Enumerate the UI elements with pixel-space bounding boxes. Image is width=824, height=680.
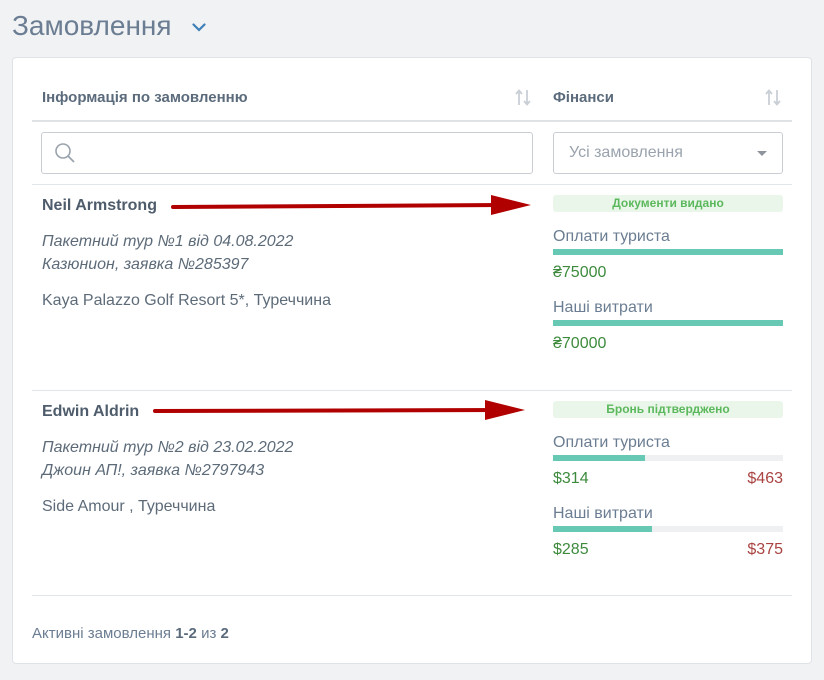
footer-prefix: Активні замовлення bbox=[32, 625, 172, 642]
order-filter-value: Усі замовлення bbox=[569, 144, 683, 161]
our-costs-bar-fill bbox=[553, 526, 652, 532]
our-costs-bar-fill bbox=[553, 320, 783, 326]
tourist-payments-bar-fill bbox=[553, 249, 783, 255]
tourist-payments-label: Оплати туриста bbox=[553, 228, 670, 245]
status-badge: Документи видано bbox=[553, 195, 783, 212]
tourist-payments-paid: ₴75000 bbox=[553, 264, 607, 281]
table-row: Edwin Aldrin Пакетний тур №2 від 23.02.2… bbox=[13, 390, 811, 590]
our-costs-paid: ₴70000 bbox=[553, 335, 607, 352]
hotel-info: Side Amour , Туреччина bbox=[42, 498, 216, 515]
footer-count: 2 bbox=[220, 625, 229, 642]
tour-title[interactable]: Пакетний тур №2 від 23.02.2022 bbox=[42, 439, 293, 457]
sort-icon[interactable] bbox=[515, 89, 531, 111]
client-name[interactable]: Edwin Aldrin bbox=[42, 403, 139, 421]
caret-down-icon bbox=[757, 151, 767, 156]
our-costs-paid: $285 bbox=[553, 541, 589, 558]
sort-icon[interactable] bbox=[765, 89, 781, 111]
tourist-payments-paid: $314 bbox=[553, 470, 589, 487]
status-badge: Бронь підтверджено bbox=[553, 401, 783, 418]
tour-title[interactable]: Пакетний тур №1 від 04.08.2022 bbox=[42, 233, 293, 251]
search-input[interactable] bbox=[41, 132, 533, 174]
our-costs-bar bbox=[553, 526, 783, 532]
operator-request: Казюнион, заявка №285397 bbox=[42, 256, 249, 273]
chevron-down-icon[interactable] bbox=[191, 19, 206, 37]
client-name[interactable]: Neil Armstrong bbox=[42, 197, 157, 215]
header-divider bbox=[32, 120, 792, 122]
footer-range: 1-2 bbox=[175, 625, 197, 642]
tourist-payments-bar bbox=[553, 249, 783, 255]
search-icon bbox=[54, 142, 76, 169]
arrow-annotation bbox=[163, 194, 543, 223]
arrow-annotation bbox=[145, 399, 525, 428]
tourist-payments-total: $463 bbox=[747, 470, 783, 487]
footer-separator: из bbox=[201, 625, 217, 642]
order-filter-select[interactable]: Усі замовлення bbox=[553, 132, 783, 174]
our-costs-bar bbox=[553, 320, 783, 326]
our-costs-label: Наші витрати bbox=[553, 299, 653, 316]
hotel-info: Kaya Palazzo Golf Resort 5*, Туреччина bbox=[42, 292, 331, 309]
our-costs-label: Наші витрати bbox=[553, 505, 653, 522]
page-title: Замовлення bbox=[12, 10, 172, 41]
tourist-payments-label: Оплати туриста bbox=[553, 434, 670, 451]
tourist-payments-bar-fill bbox=[553, 455, 645, 461]
our-costs-total: $375 bbox=[747, 541, 783, 558]
table-row: Neil Armstrong Пакетний тур №1 від 04.08… bbox=[13, 184, 811, 384]
page-header: Замовлення bbox=[12, 8, 206, 44]
orders-card: Інформація по замовленню Фінанси Усі зам… bbox=[12, 57, 812, 664]
operator-request: Джоин АП!, заявка №2797943 bbox=[42, 462, 265, 479]
column-header-finance[interactable]: Фінанси bbox=[553, 89, 614, 106]
pagination-summary: Активні замовлення 1-2 из 2 bbox=[32, 625, 229, 642]
tourist-payments-bar bbox=[553, 455, 783, 461]
footer-divider bbox=[32, 595, 792, 596]
column-header-info[interactable]: Інформація по замовленню bbox=[42, 89, 248, 106]
